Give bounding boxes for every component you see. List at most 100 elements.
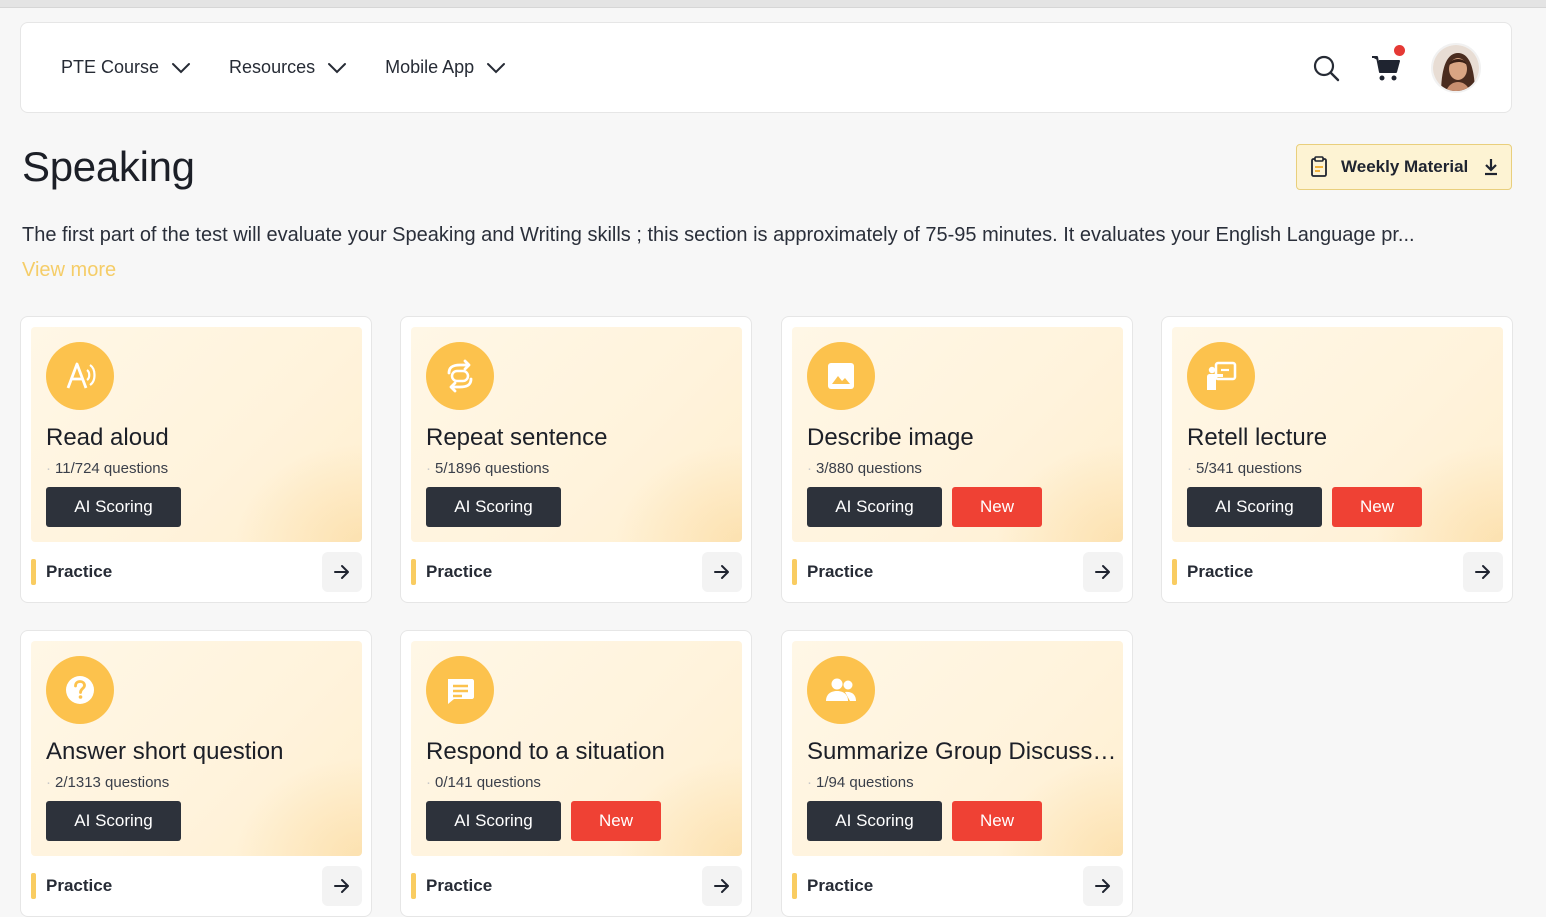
- practice-label: Practice: [807, 562, 874, 581]
- ai-scoring-badge: AI Scoring: [46, 487, 181, 527]
- chevron-down-icon: [172, 62, 191, 73]
- card-title: Read aloud: [46, 424, 169, 451]
- page-title: Speaking: [22, 143, 195, 190]
- card-body: Answer short question 2/1313 questions A…: [31, 641, 362, 856]
- card-title: Describe image: [807, 424, 974, 451]
- user-avatar[interactable]: [1431, 42, 1481, 93]
- header-actions: [1311, 42, 1481, 93]
- section-description: The first part of the test will evaluate…: [22, 224, 1415, 246]
- browser-top-strip: [0, 0, 1546, 8]
- ai-scoring-badge: AI Scoring: [1187, 487, 1322, 527]
- new-badge: New: [952, 801, 1042, 841]
- practice-label: Practice: [426, 876, 493, 895]
- question-count: 3/880 questions: [807, 460, 922, 477]
- arrow-right-icon[interactable]: [702, 552, 742, 592]
- question-icon: [46, 656, 114, 724]
- chevron-down-icon: [328, 62, 347, 73]
- card-title: Answer short question: [46, 738, 284, 765]
- card-title: Respond to a situation: [426, 738, 665, 765]
- task-card-retell-lecture[interactable]: Retell lecture 5/341 questions AI Scorin…: [1161, 316, 1513, 603]
- question-count: 0/141 questions: [426, 774, 541, 791]
- card-tags: AI Scoring New: [426, 801, 661, 841]
- ai-scoring-badge: AI Scoring: [426, 801, 561, 841]
- question-count: 5/341 questions: [1187, 460, 1302, 477]
- question-count: 11/724 questions: [46, 460, 168, 477]
- card-title: Retell lecture: [1187, 424, 1328, 451]
- ai-scoring-badge: AI Scoring: [46, 801, 181, 841]
- image-icon: [807, 342, 875, 410]
- lecture-icon: [1187, 342, 1255, 410]
- practice-row[interactable]: Practice: [1172, 552, 1503, 592]
- search-button[interactable]: [1311, 53, 1341, 83]
- card-tags: AI Scoring New: [807, 487, 1042, 527]
- accent-bar: [411, 559, 416, 585]
- nav-label: Resources: [229, 57, 316, 77]
- card-tags: AI Scoring New: [1187, 487, 1422, 527]
- card-tags: AI Scoring: [46, 801, 181, 841]
- task-card-respond-to-situation[interactable]: Respond to a situation 0/141 questions A…: [400, 630, 752, 917]
- accent-bar: [792, 873, 797, 899]
- accent-bar: [31, 873, 36, 899]
- practice-label: Practice: [426, 562, 493, 581]
- practice-label: Practice: [46, 876, 113, 895]
- card-body: Summarize Group Discussion 1/94 question…: [792, 641, 1123, 856]
- practice-row[interactable]: Practice: [31, 552, 362, 592]
- group-icon: [807, 656, 875, 724]
- card-title: Summarize Group Discussion: [807, 738, 1117, 765]
- question-count: 2/1313 questions: [46, 774, 169, 791]
- card-body: Read aloud 11/724 questions AI Scoring: [31, 327, 362, 542]
- accent-bar: [31, 559, 36, 585]
- card-tags: AI Scoring New: [807, 801, 1042, 841]
- card-title: Repeat sentence: [426, 424, 608, 451]
- card-body: Describe image 3/880 questions AI Scorin…: [792, 327, 1123, 542]
- card-body: Respond to a situation 0/141 questions A…: [411, 641, 742, 856]
- ai-scoring-badge: AI Scoring: [426, 487, 561, 527]
- practice-label: Practice: [46, 562, 113, 581]
- document-icon: [1311, 156, 1327, 177]
- card-body: Repeat sentence 5/1896 questions AI Scor…: [411, 327, 742, 542]
- download-icon: [1485, 159, 1497, 176]
- task-card-repeat-sentence[interactable]: Repeat sentence 5/1896 questions AI Scor…: [400, 316, 752, 603]
- arrow-right-icon[interactable]: [1083, 866, 1123, 906]
- weekly-material-button[interactable]: Weekly Material: [1296, 144, 1512, 190]
- arrow-right-icon[interactable]: [1083, 552, 1123, 592]
- read-aloud-icon: [46, 342, 114, 410]
- main-nav: PTE Course Resources Mobile App: [61, 57, 506, 78]
- task-card-read-aloud[interactable]: Read aloud 11/724 questions AI Scoring P…: [20, 316, 372, 603]
- top-navigation-bar: PTE Course Resources Mobile App: [20, 22, 1512, 113]
- accent-bar: [792, 559, 797, 585]
- cart-icon: [1372, 55, 1400, 80]
- card-body: Retell lecture 5/341 questions AI Scorin…: [1172, 327, 1503, 542]
- ai-scoring-badge: AI Scoring: [807, 801, 942, 841]
- accent-bar: [1172, 559, 1177, 585]
- cart-notification-dot: [1394, 44, 1405, 56]
- nav-resources[interactable]: Resources: [229, 57, 347, 78]
- arrow-right-icon[interactable]: [322, 866, 362, 906]
- practice-row[interactable]: Practice: [792, 552, 1123, 592]
- nav-mobile-app[interactable]: Mobile App: [385, 57, 506, 78]
- practice-row[interactable]: Practice: [31, 866, 362, 906]
- task-card-describe-image[interactable]: Describe image 3/880 questions AI Scorin…: [781, 316, 1133, 603]
- search-icon: [1313, 55, 1340, 81]
- task-card-summarize-group-discussion[interactable]: Summarize Group Discussion 1/94 question…: [781, 630, 1133, 917]
- new-badge: New: [1332, 487, 1422, 527]
- cart-button[interactable]: [1371, 44, 1405, 83]
- arrow-right-icon[interactable]: [1463, 552, 1503, 592]
- arrow-right-icon[interactable]: [322, 552, 362, 592]
- new-badge: New: [571, 801, 661, 841]
- practice-row[interactable]: Practice: [411, 552, 742, 592]
- view-more-link[interactable]: View more: [22, 259, 116, 282]
- practice-row[interactable]: Practice: [411, 866, 742, 906]
- accent-bar: [411, 873, 416, 899]
- card-tags: AI Scoring: [426, 487, 561, 527]
- nav-pte-course[interactable]: PTE Course: [61, 57, 191, 78]
- question-count: 5/1896 questions: [426, 460, 549, 477]
- task-card-answer-short-question[interactable]: Answer short question 2/1313 questions A…: [20, 630, 372, 917]
- ai-scoring-badge: AI Scoring: [807, 487, 942, 527]
- repeat-icon: [426, 342, 494, 410]
- practice-row[interactable]: Practice: [792, 866, 1123, 906]
- arrow-right-icon[interactable]: [702, 866, 742, 906]
- avatar-image: [1433, 44, 1479, 91]
- chat-icon: [426, 656, 494, 724]
- chevron-down-icon: [487, 62, 506, 73]
